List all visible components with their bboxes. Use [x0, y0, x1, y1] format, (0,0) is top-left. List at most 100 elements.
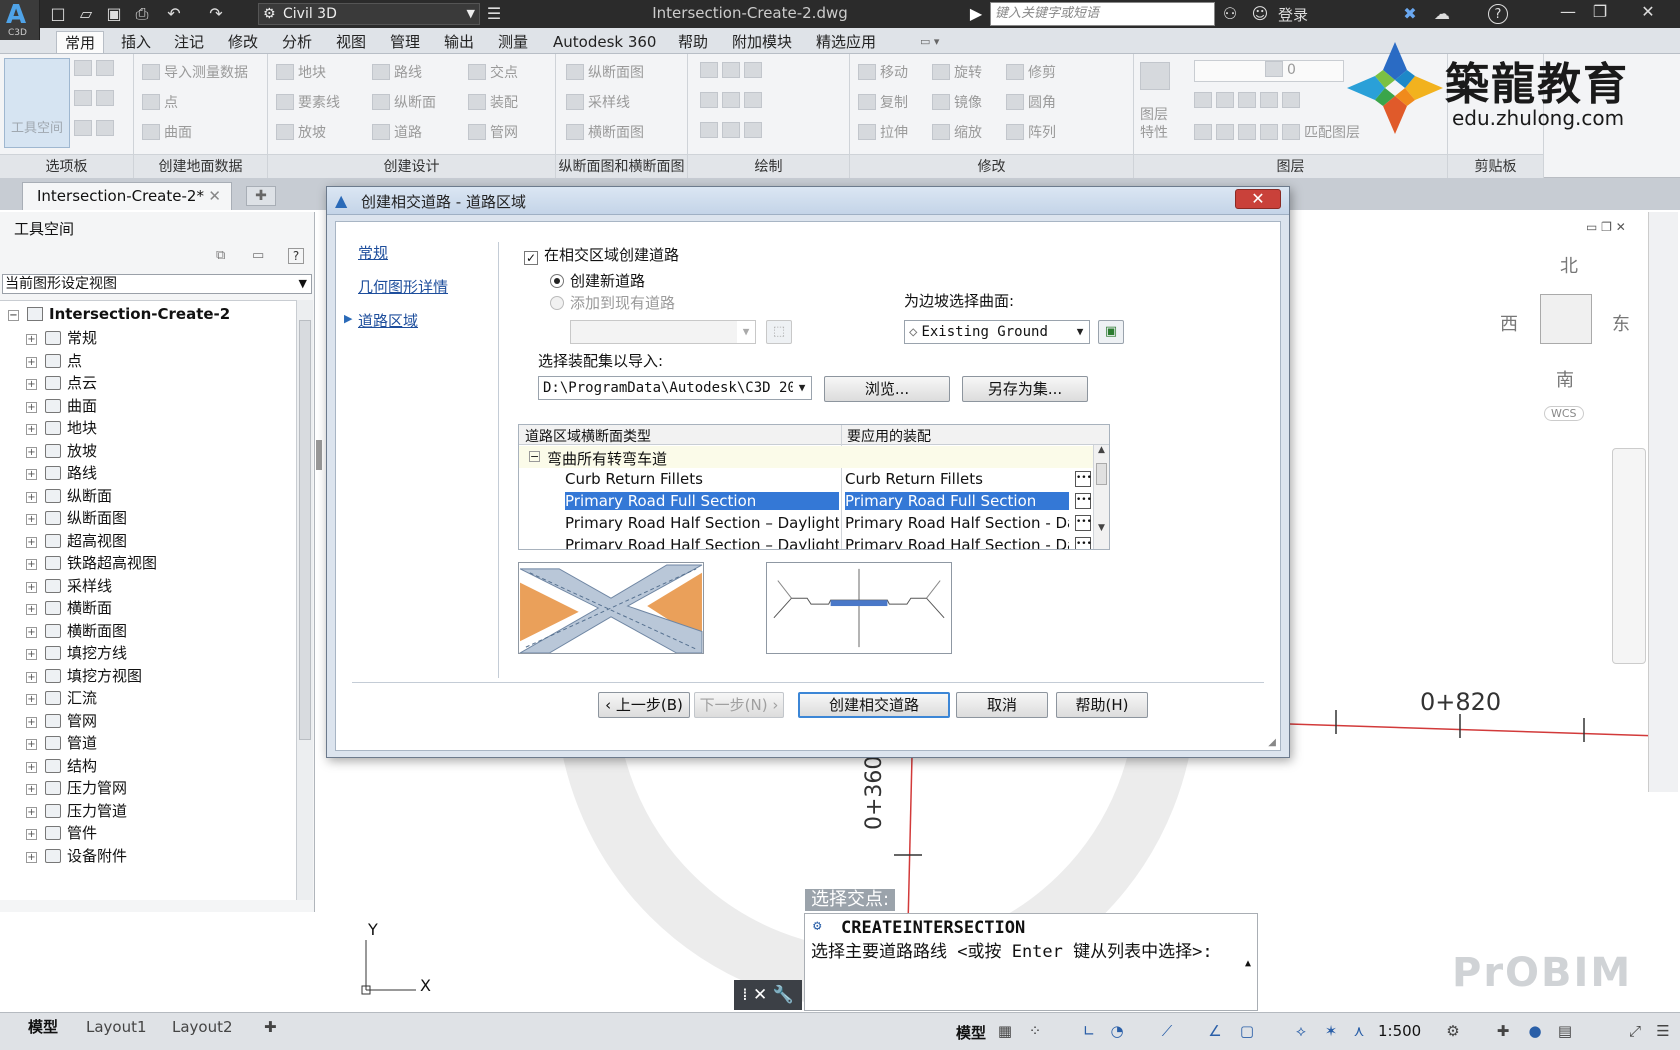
tab-insert[interactable]: 插入 [113, 31, 159, 53]
toolspace-view-select[interactable]: 当前图形设定视图 ▼ [2, 274, 312, 294]
fillet-button[interactable]: 圆角 [1006, 92, 1056, 112]
tab-modify[interactable]: 修改 [220, 31, 266, 53]
expand-arrow-icon[interactable]: ▶ [966, 4, 986, 24]
rotate-button[interactable]: 旋转 [932, 62, 982, 82]
expand-icon[interactable]: + [26, 671, 37, 683]
tree-item[interactable]: + 横断面 [26, 597, 112, 618]
osnap-icon[interactable]: ⟋ [1158, 1022, 1176, 1040]
expand-icon[interactable]: + [26, 604, 37, 615]
tree-item[interactable]: + 管件 [26, 822, 97, 843]
toolspace-pane-icon[interactable]: ▭ [252, 248, 264, 263]
search-input[interactable]: 键入关键字或短语 [990, 2, 1215, 26]
profile-button[interactable]: 纵断面 [372, 92, 436, 112]
assembly-cell[interactable]: Primary Road Half Section - Da... [845, 514, 1069, 532]
layout-tab-model[interactable]: 模型 [16, 1016, 70, 1038]
browse-button[interactable]: 浏览... [824, 376, 950, 402]
tree-item[interactable]: + 填挖方视图 [26, 665, 142, 686]
tab-analyze[interactable]: 分析 [274, 31, 320, 53]
mirror-button[interactable]: 镜像 [932, 92, 982, 112]
command-line-controls[interactable]: ⁞ ✕ 🔧 [734, 980, 802, 1010]
customize-icon[interactable]: ☰ [1654, 1022, 1672, 1040]
print-icon[interactable]: ⎙ [132, 4, 152, 24]
expand-icon[interactable]: + [26, 536, 37, 548]
tree-item[interactable]: + 点 [26, 350, 82, 371]
expand-icon[interactable]: + [26, 784, 37, 795]
navigation-bar[interactable] [1612, 448, 1646, 664]
expand-icon[interactable]: + [26, 379, 37, 390]
expand-icon[interactable]: + [26, 469, 37, 480]
sample-lines-button[interactable]: 采样线 [566, 92, 630, 112]
prospector-icon[interactable] [74, 60, 118, 77]
expand-icon[interactable]: + [26, 649, 37, 660]
save-as-set-button[interactable]: 另存为集... [962, 376, 1088, 402]
viewcube-south[interactable]: 南 [1556, 366, 1574, 392]
expand-icon[interactable]: + [26, 694, 37, 705]
panel-title-palettes[interactable]: 选项板 [0, 154, 133, 178]
tab-add-ins[interactable]: 附加模块 [724, 31, 800, 53]
expand-icon[interactable]: + [26, 559, 37, 570]
tree-item[interactable]: + 点云 [26, 372, 97, 393]
grid-group-row[interactable]: − 弯曲所有转弯车道 [519, 446, 1093, 468]
collapse-icon[interactable]: − [8, 310, 19, 321]
section-views-button[interactable]: 横断面图 [566, 122, 644, 142]
line-icon[interactable] [700, 62, 766, 79]
minimize-ribbon-icon[interactable]: ▭ ▾ [912, 31, 947, 53]
binoculars-icon[interactable]: ⚇ [1220, 4, 1240, 24]
tree-item[interactable]: + 汇流 [26, 687, 97, 708]
help-button[interactable]: 帮助(H) [1056, 692, 1148, 718]
nav-corridor-regions[interactable]: 道路区域 [358, 310, 418, 331]
annotation-scale-select[interactable]: 1:500 [1378, 1022, 1421, 1040]
panel-title-modify[interactable]: 修改 [850, 154, 1133, 178]
annotation-scale-icon[interactable]: ⋏ [1350, 1022, 1368, 1040]
assembly-button[interactable]: 装配 [468, 92, 518, 112]
toolspace-scrollbar[interactable] [296, 300, 313, 900]
tab-featured-apps[interactable]: 精选应用 [808, 31, 884, 53]
cancel-button[interactable]: 取消 [956, 692, 1048, 718]
surfaces-button[interactable]: 曲面 [142, 122, 192, 142]
back-button[interactable]: ‹ 上一步(B) [598, 692, 690, 718]
layout-tab-layout1[interactable]: Layout1 [74, 1016, 159, 1038]
tree-item[interactable]: + 铁路超高视图 [26, 552, 157, 573]
expand-icon[interactable]: + [26, 581, 37, 593]
expand-icon[interactable]: + [26, 514, 37, 525]
trim-button[interactable]: 修剪 [1006, 62, 1056, 82]
right-side-toolbar[interactable] [1648, 212, 1678, 792]
save-icon[interactable]: ▣ [104, 4, 124, 24]
layer-properties-label[interactable]: 图层特性 [1140, 106, 1180, 142]
dialog-close-button[interactable]: ✕ [1235, 189, 1281, 209]
viewcube-west[interactable]: 西 [1500, 310, 1518, 336]
ellipsis-icon[interactable]: ••• [1075, 493, 1092, 509]
copy-button[interactable]: 复制 [858, 92, 908, 112]
expand-icon[interactable]: + [26, 851, 37, 863]
tree-item[interactable]: + 填挖方线 [26, 642, 127, 663]
table-row[interactable]: Primary Road Half Section – Daylight L..… [519, 512, 1093, 534]
nav-geometry-details[interactable]: 几何图形详情 [358, 276, 448, 297]
dynamic-input-icon[interactable]: ▢ [1238, 1022, 1256, 1040]
model-space-toggle[interactable]: 模型 [956, 1022, 986, 1043]
workspace-select[interactable]: ⚙ Civil 3D ▼ [258, 3, 480, 25]
layer-tools-row-2[interactable]: 匹配图层 [1194, 122, 1360, 142]
tree-item[interactable]: + 放坡 [26, 440, 97, 461]
plus-icon[interactable]: ✚ [1494, 1022, 1512, 1040]
otrack-icon[interactable]: ∠ [1206, 1022, 1224, 1040]
survey-icon[interactable] [74, 120, 118, 137]
application-menu-button[interactable]: A C3D [0, 0, 40, 40]
expand-icon[interactable]: + [26, 626, 37, 638]
layer-dropdown[interactable]: 0 [1194, 60, 1344, 82]
toolspace-button[interactable]: 工具空间 [4, 58, 70, 148]
tree-item[interactable]: + 曲面 [26, 395, 97, 416]
isolate-icon[interactable]: ● [1526, 1022, 1544, 1040]
tab-autodesk-360[interactable]: Autodesk 360 [545, 31, 664, 53]
help-icon[interactable]: ? [1488, 4, 1508, 24]
tree-item[interactable]: + 采样线 [26, 575, 112, 596]
assembly-cell[interactable]: Primary Road Half Section - Da... [845, 536, 1069, 549]
panel-title-draw[interactable]: 绘制 [688, 154, 849, 178]
profile-view-button[interactable]: 纵断面图 [566, 62, 644, 82]
grid-icon[interactable]: ▦ [996, 1022, 1014, 1040]
sign-in-label[interactable]: 登录 [1278, 4, 1308, 25]
resize-grip-icon[interactable]: ◢ [1268, 737, 1276, 748]
grading-button[interactable]: 放坡 [276, 122, 326, 142]
undo-icon[interactable]: ↶ [164, 4, 184, 24]
tab-manage[interactable]: 管理 [382, 31, 428, 53]
ellipsis-icon[interactable]: ••• [1075, 537, 1092, 549]
